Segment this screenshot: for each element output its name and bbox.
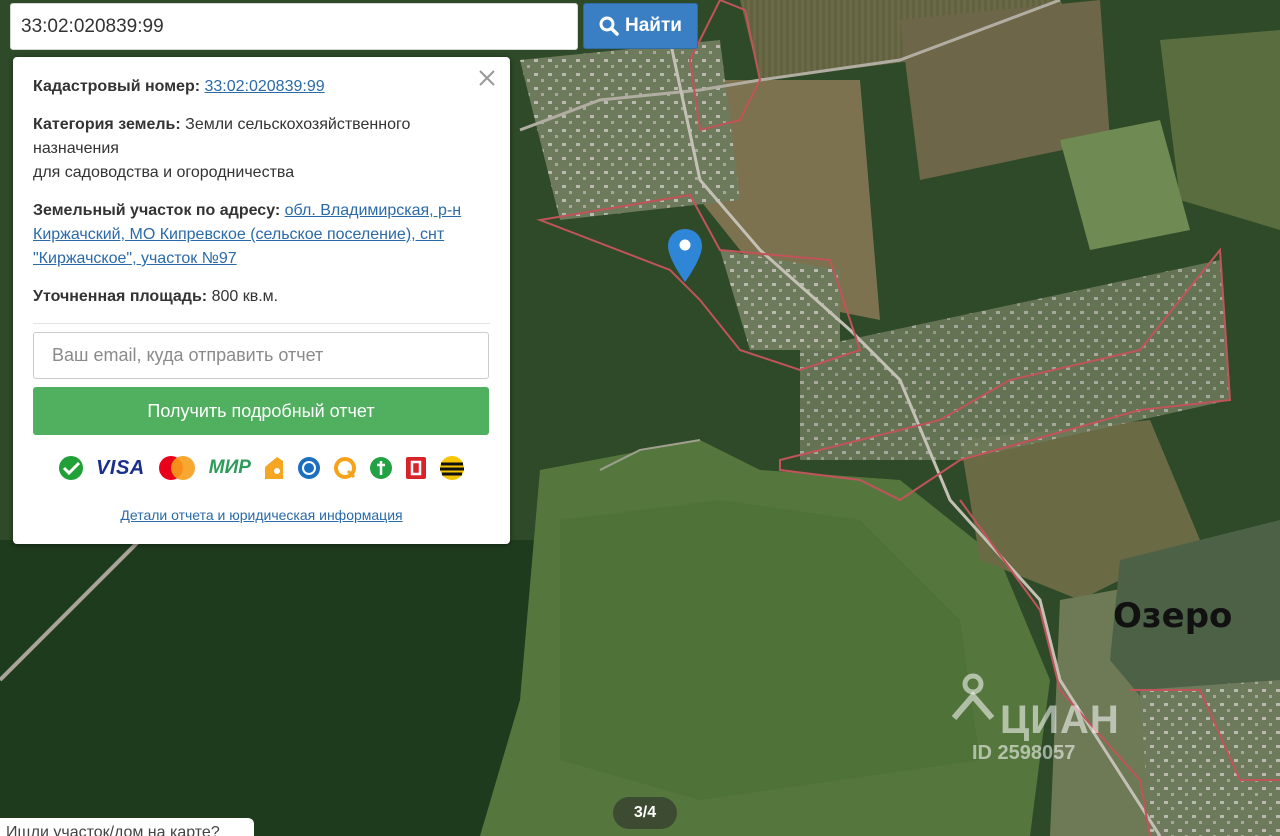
beeline-icon bbox=[439, 455, 465, 481]
yandex-money-icon bbox=[263, 455, 285, 481]
sberbank-icon bbox=[58, 455, 84, 481]
cadastral-number-label: Кадастровый номер: bbox=[33, 78, 201, 95]
parcel-info-panel: Кадастровый номер: 33:02:020839:99 Катег… bbox=[13, 57, 510, 544]
qiwi-icon bbox=[333, 456, 357, 480]
address-label: Земельный участок по адресу: bbox=[33, 202, 281, 219]
alfa-bank-icon bbox=[405, 456, 427, 480]
watermark-brand: ЦИАН bbox=[1000, 698, 1120, 742]
area-label: Уточненная площадь: bbox=[33, 288, 208, 305]
mastercard-icon bbox=[157, 455, 197, 481]
map-corner-link[interactable]: Ищли участок/дом на карте? bbox=[0, 818, 254, 836]
land-category-label: Категория земель: bbox=[33, 116, 181, 133]
land-category-row: Категория земель: Земли сельскохозяйстве… bbox=[33, 113, 490, 185]
address-row: Земельный участок по адресу: обл. Владим… bbox=[33, 199, 490, 271]
cian-logo-icon bbox=[951, 673, 995, 720]
lake-label: Озеро bbox=[1113, 596, 1233, 636]
watermark-id: ID 2598057 bbox=[972, 742, 1076, 764]
area-row: Уточненная площадь: 800 кв.м. bbox=[33, 285, 490, 309]
location-pin-icon[interactable] bbox=[667, 228, 703, 284]
cian-watermark: ЦИАН ID 2598057 bbox=[950, 672, 1150, 772]
email-field[interactable] bbox=[33, 332, 489, 379]
land-category-purpose: для садоводства и огородничества bbox=[33, 164, 295, 181]
photo-counter: 3/4 bbox=[613, 797, 677, 829]
search-button[interactable]: Найти bbox=[583, 3, 698, 49]
report-details-link[interactable]: Детали отчета и юридическая информация bbox=[33, 503, 490, 527]
payment-methods: VISA МИР bbox=[33, 455, 490, 481]
webmoney-icon bbox=[297, 456, 321, 480]
search-icon bbox=[599, 16, 619, 36]
cadastral-number-link[interactable]: 33:02:020839:99 bbox=[205, 78, 325, 95]
mir-icon: МИР bbox=[208, 457, 251, 478]
divider bbox=[33, 323, 490, 324]
search-button-label: Найти bbox=[625, 15, 682, 36]
cadastral-number-row: Кадастровый номер: 33:02:020839:99 bbox=[33, 75, 490, 99]
area-value: 800 кв.м. bbox=[211, 288, 279, 305]
close-icon[interactable] bbox=[476, 67, 498, 89]
visa-icon: VISA bbox=[96, 457, 145, 479]
get-report-button[interactable]: Получить подробный отчет bbox=[33, 387, 489, 435]
cadastral-search-input[interactable] bbox=[10, 3, 578, 50]
evroset-icon bbox=[369, 456, 393, 480]
